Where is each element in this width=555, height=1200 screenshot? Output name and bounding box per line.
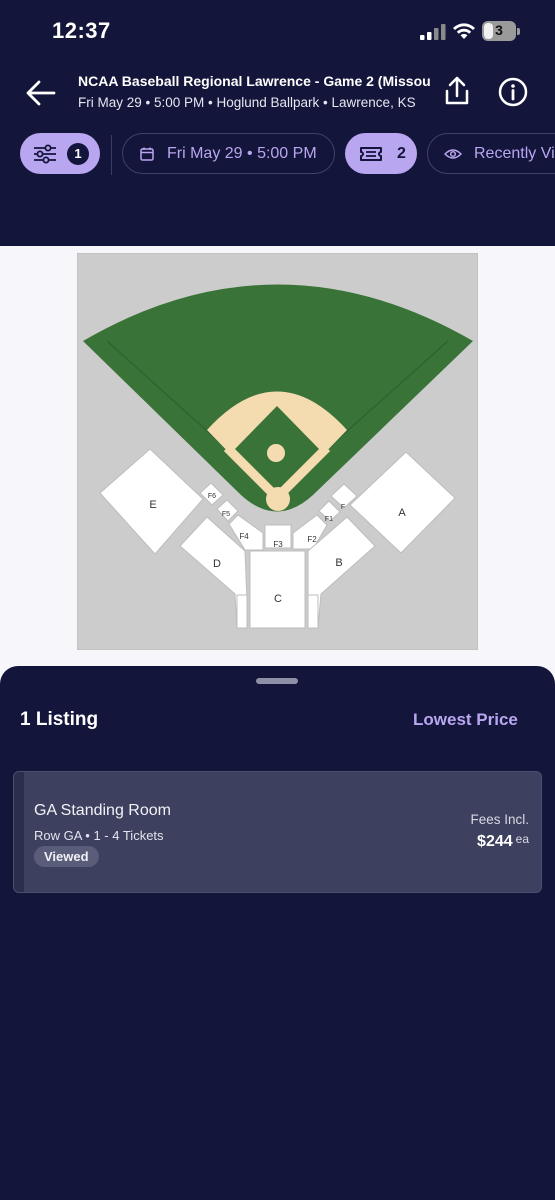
listing-section: GA Standing Room: [34, 802, 171, 819]
filter-count: 1: [67, 142, 89, 165]
price-unit: ea: [515, 832, 529, 846]
section-label-F3[interactable]: F3: [273, 540, 283, 549]
battery-icon: 3: [482, 21, 520, 41]
quantity-filter-button[interactable]: 2: [345, 133, 417, 174]
home-plate-area: [266, 487, 290, 511]
date-filter-button[interactable]: Fri May 29 • 5:00 PM: [122, 133, 335, 174]
viewed-badge: Viewed: [34, 846, 99, 867]
section-label-A[interactable]: A: [398, 507, 406, 519]
date-filter-label: Fri May 29 • 5:00 PM: [167, 144, 317, 162]
signal-icon: [420, 24, 446, 40]
sort-button[interactable]: Lowest Price: [413, 710, 518, 730]
filter-divider: [111, 135, 112, 175]
ticket-icon: [360, 146, 382, 161]
eye-icon: [444, 148, 462, 159]
back-arrow-icon[interactable]: [24, 78, 58, 108]
fees-label: Fees Incl.: [470, 812, 529, 827]
seat-map[interactable]: E F6 F5 F4 F3 F2 F1 F A D C B: [77, 253, 478, 650]
pitchers-mound: [267, 444, 285, 462]
section-label-E[interactable]: E: [149, 499, 156, 511]
section-label-F1[interactable]: F1: [325, 516, 333, 523]
share-icon[interactable]: [440, 74, 474, 108]
status-bar: 12:37 3: [0, 0, 555, 64]
sliders-icon: [34, 144, 56, 163]
filter-button[interactable]: 1: [20, 133, 100, 174]
info-icon[interactable]: [497, 76, 529, 108]
section-label-F4[interactable]: F4: [239, 532, 249, 541]
section-label-B[interactable]: B: [335, 557, 342, 569]
event-header: NCAA Baseball Regional Lawrence - Game 2…: [0, 64, 555, 124]
calendar-icon: [140, 147, 154, 161]
card-stripe: [14, 772, 24, 892]
event-title: NCAA Baseball Regional Lawrence - Game 2…: [78, 73, 430, 89]
section-label-F2[interactable]: F2: [307, 535, 317, 544]
section-label-F6[interactable]: F6: [208, 493, 216, 500]
listing-count: 1 Listing: [20, 709, 99, 730]
section-label-D[interactable]: D: [213, 558, 221, 570]
wifi-icon: [453, 23, 475, 39]
sheet-grabber[interactable]: [256, 678, 298, 684]
event-subtitle: Fri May 29 • 5:00 PM • Hoglund Ballpark …: [78, 95, 416, 110]
quantity-label: 2: [397, 144, 406, 162]
price-value: $244: [477, 833, 513, 850]
listing-row-info: Row GA • 1 - 4 Tickets: [34, 828, 164, 843]
status-time: 12:37: [52, 18, 111, 43]
section-label-C[interactable]: C: [274, 593, 282, 605]
filter-bar: 1 Fri May 29 • 5:00 PM 2 Recently Viewed: [0, 133, 555, 177]
seat-map-area: E F6 F5 F4 F3 F2 F1 F A D C B: [0, 246, 555, 686]
listing-card[interactable]: GA Standing Room Row GA • 1 - 4 Tickets …: [13, 771, 542, 893]
listings-sheet: 1 Listing Lowest Price GA Standing Room …: [0, 666, 555, 1200]
price-label: $244 ea: [477, 832, 529, 851]
section-label-F[interactable]: F: [341, 504, 345, 511]
section-C-shape: [249, 550, 306, 629]
recently-viewed-button[interactable]: Recently Viewed: [427, 133, 555, 174]
section-label-F5[interactable]: F5: [222, 511, 230, 518]
recently-viewed-label: Recently Viewed: [474, 144, 555, 162]
battery-level: 3: [495, 22, 503, 38]
